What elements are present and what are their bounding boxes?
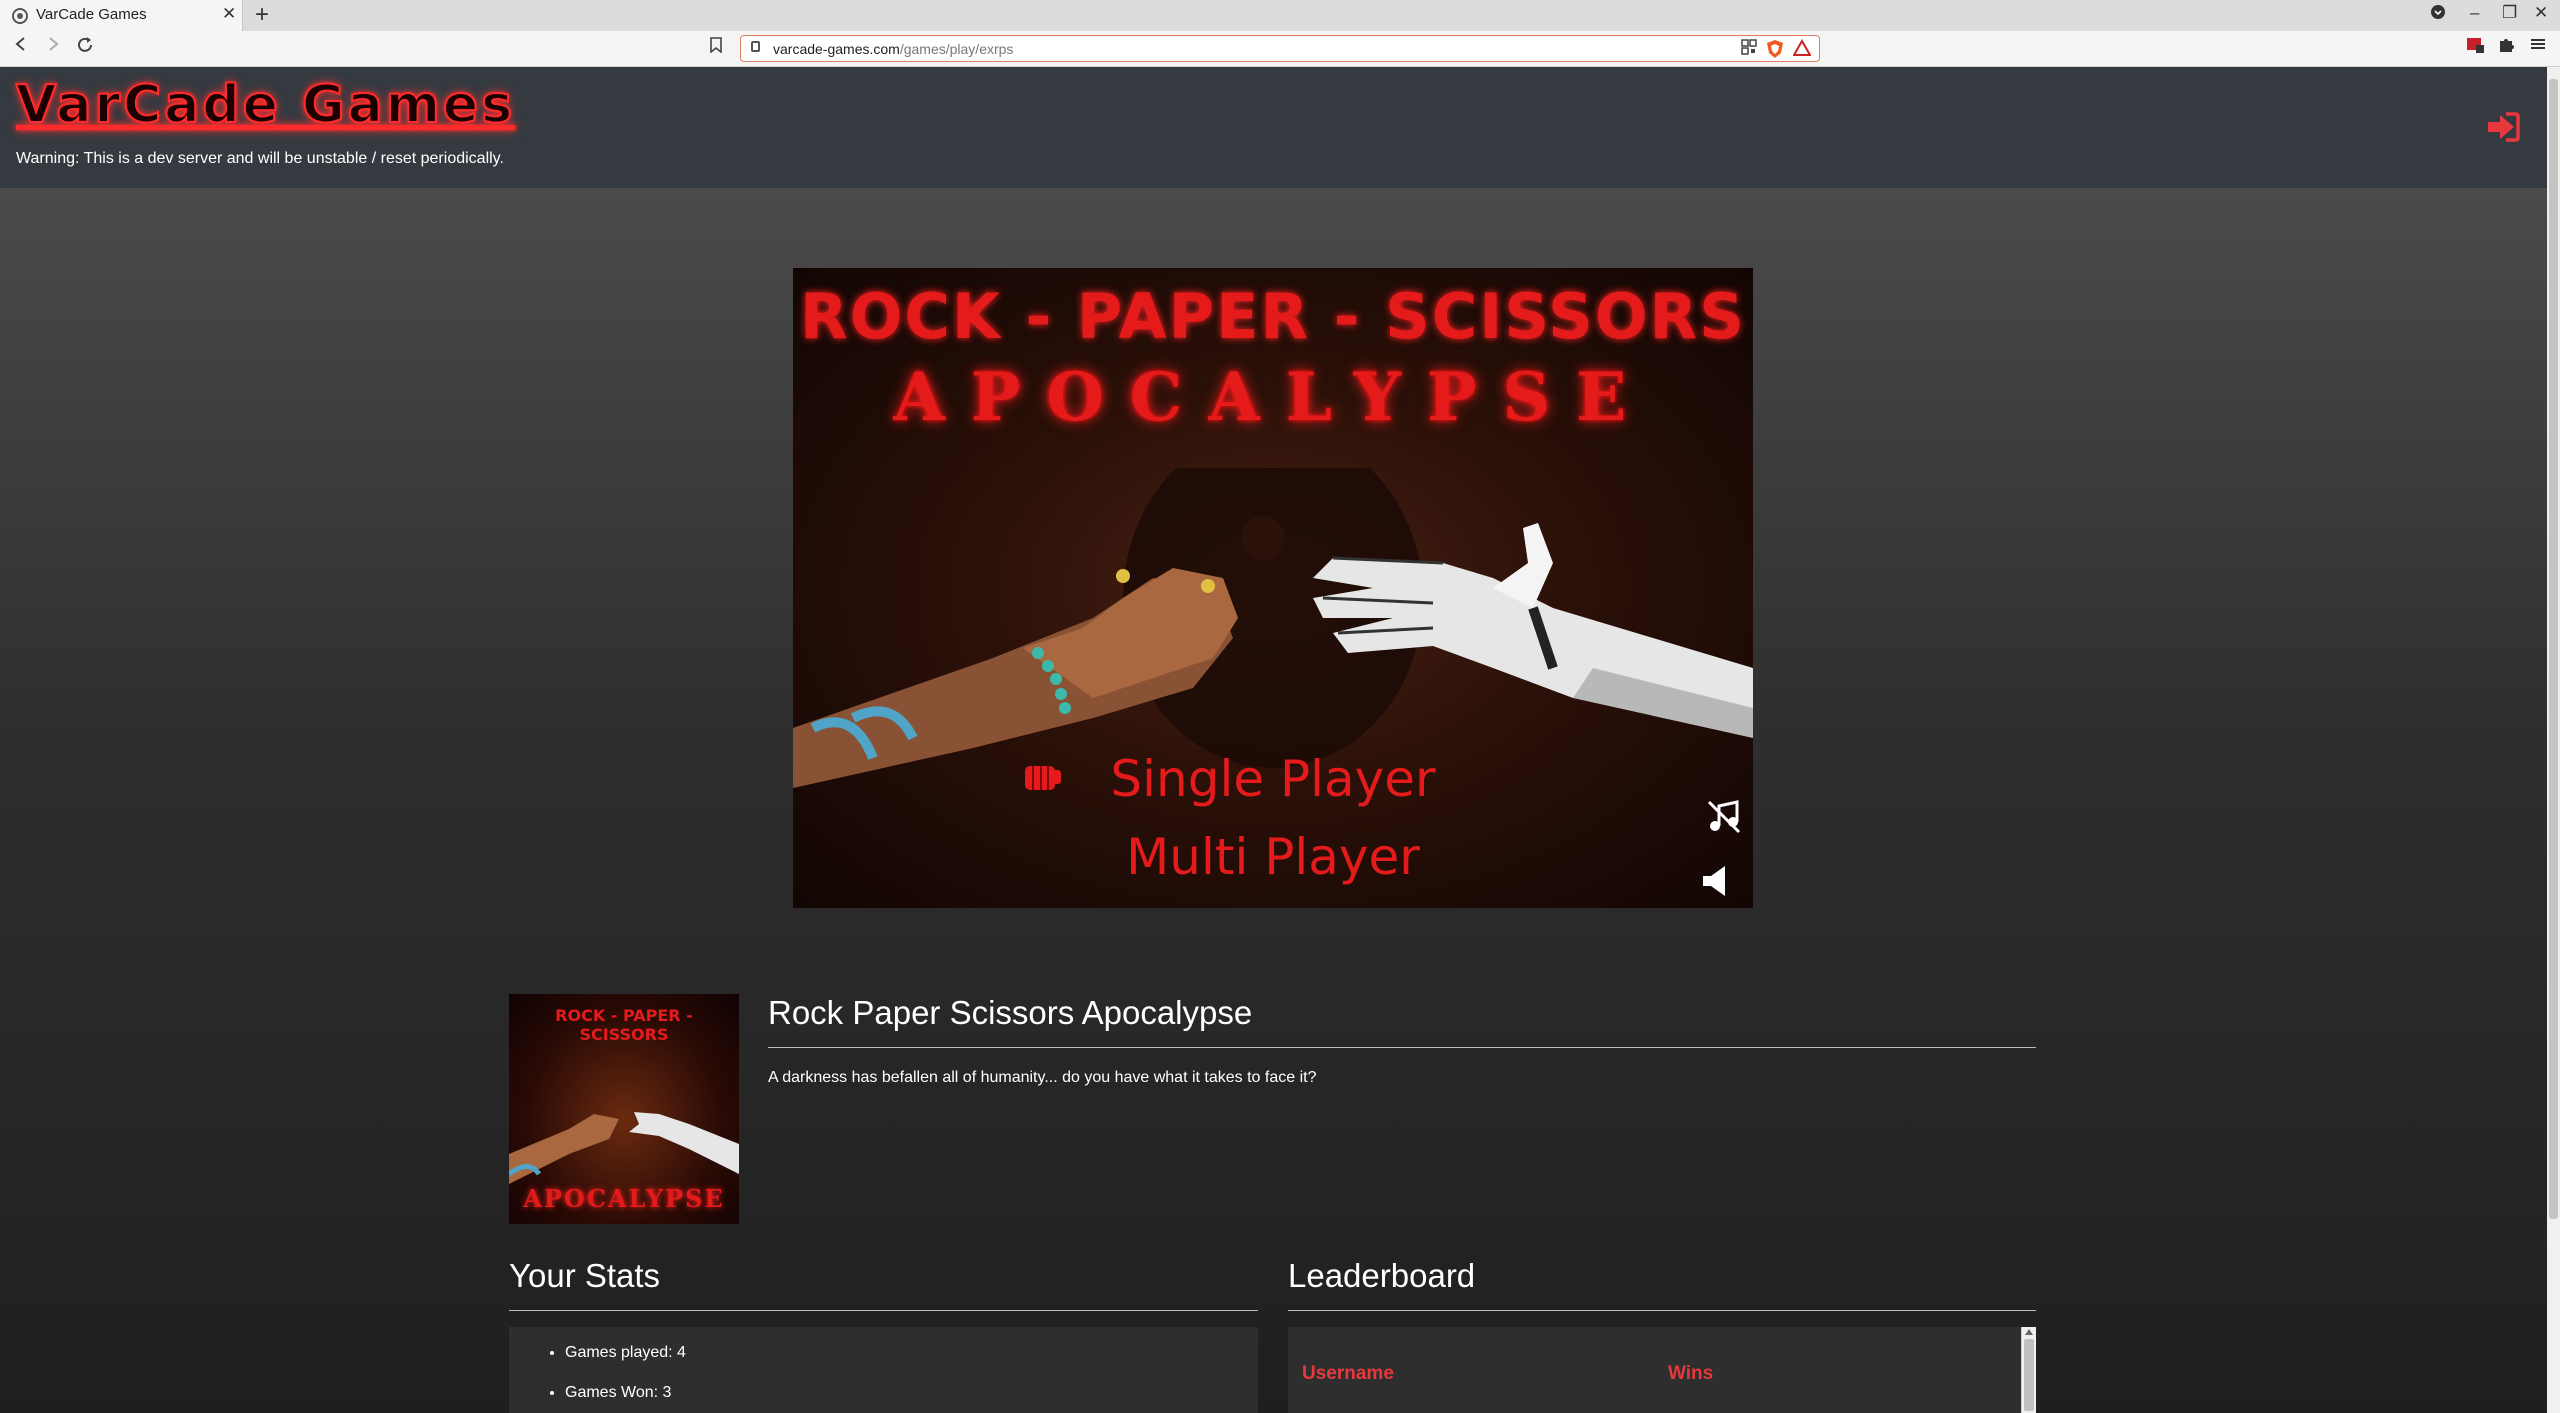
stats-panel: Games played: 4 Games Won: 3 [509, 1327, 1258, 1413]
leaderboard-column-wins[interactable]: Wins [1668, 1363, 1713, 1385]
music-off-icon[interactable] [1707, 800, 1741, 834]
site-header: VarCade Games Warning: This is a dev ser… [0, 67, 2547, 188]
logout-icon[interactable] [2486, 112, 2520, 142]
url-text: varcade-games.com/games/play/exrps [773, 41, 1014, 57]
back-icon[interactable] [14, 36, 28, 58]
game-title-line2: APOCALYPSE [893, 358, 1653, 436]
thumbnail-subtitle: APOCALYPSE [523, 1184, 725, 1213]
leaderboard-heading: Leaderboard [1288, 1257, 1476, 1294]
game-description: A darkness has befallen all of humanity.… [768, 1069, 1317, 1086]
game-title: Rock Paper Scissors Apocalypse [768, 994, 1253, 1031]
tab-title: VarCade Games [36, 6, 147, 23]
browser-tab[interactable]: VarCade Games ✕ [0, 0, 243, 31]
browser-toolbar: varcade-games.com/games/play/exrps [0, 31, 2560, 67]
multi-player-button[interactable]: Multi Player [793, 828, 1753, 886]
divider [1288, 1310, 2036, 1311]
divider [768, 1047, 2036, 1048]
stats-list: Games played: 4 Games Won: 3 [565, 1345, 686, 1413]
leaderboard-table: Username Wins [1288, 1327, 2036, 1413]
stat-games-played: Games played: 4 [565, 1345, 686, 1361]
forward-icon[interactable] [46, 36, 60, 58]
game-thumbnail: ROCK - PAPER - SCISSORS APOCALYPSE [509, 994, 739, 1224]
reload-icon[interactable] [76, 36, 94, 60]
close-window-button[interactable]: ✕ [2534, 3, 2548, 23]
divider [509, 1310, 1258, 1311]
game-canvas[interactable]: ROCK - PAPER - SCISSORS APOCALYPSE Singl… [793, 268, 1753, 908]
single-player-button[interactable]: Single Player [793, 750, 1753, 808]
stats-heading: Your Stats [509, 1257, 661, 1294]
leaderboard-scrollbar[interactable] [2021, 1327, 2036, 1413]
restore-button[interactable]: ❐ [2502, 3, 2517, 23]
tab-search-icon[interactable] [2430, 4, 2446, 25]
extension-badge-icon[interactable] [2466, 36, 2486, 59]
site-logo[interactable]: VarCade Games [15, 74, 515, 136]
address-bar[interactable]: varcade-games.com/games/play/exrps [740, 35, 1820, 62]
game-hands-artwork [793, 468, 1753, 788]
browser-tab-strip: VarCade Games ✕ + ‒ ❐ ✕ [0, 0, 2560, 31]
qr-icon[interactable] [1741, 39, 1757, 60]
menu-icon[interactable] [2530, 36, 2546, 57]
game-title-line1: ROCK - PAPER - SCISSORS [800, 280, 1746, 353]
stat-games-won: Games Won: 3 [565, 1385, 686, 1401]
extensions-puzzle-icon[interactable] [2497, 36, 2515, 59]
globe-icon [12, 8, 28, 24]
leaderboard-column-username[interactable]: Username [1302, 1363, 1394, 1385]
brave-rewards-icon[interactable] [1792, 38, 1812, 62]
sound-icon[interactable] [1701, 864, 1731, 898]
thumbnail-title: ROCK - PAPER - SCISSORS [555, 1006, 693, 1044]
dev-warning: Warning: This is a dev server and will b… [16, 150, 504, 167]
bookmark-icon[interactable] [710, 37, 722, 58]
new-tab-button[interactable]: + [255, 1, 269, 29]
close-tab-icon[interactable]: ✕ [222, 4, 236, 24]
page-scrollbar[interactable] [2547, 67, 2560, 1413]
thumbnail-hands-artwork [509, 1112, 739, 1184]
lock-icon [751, 41, 760, 52]
minimize-button[interactable]: ‒ [2470, 3, 2479, 23]
page-scrollbar-thumb[interactable] [2549, 79, 2558, 1219]
brave-shield-icon[interactable] [1766, 39, 1784, 64]
scroll-up-icon[interactable] [2025, 1329, 2033, 1335]
scrollbar-thumb[interactable] [2024, 1339, 2034, 1411]
